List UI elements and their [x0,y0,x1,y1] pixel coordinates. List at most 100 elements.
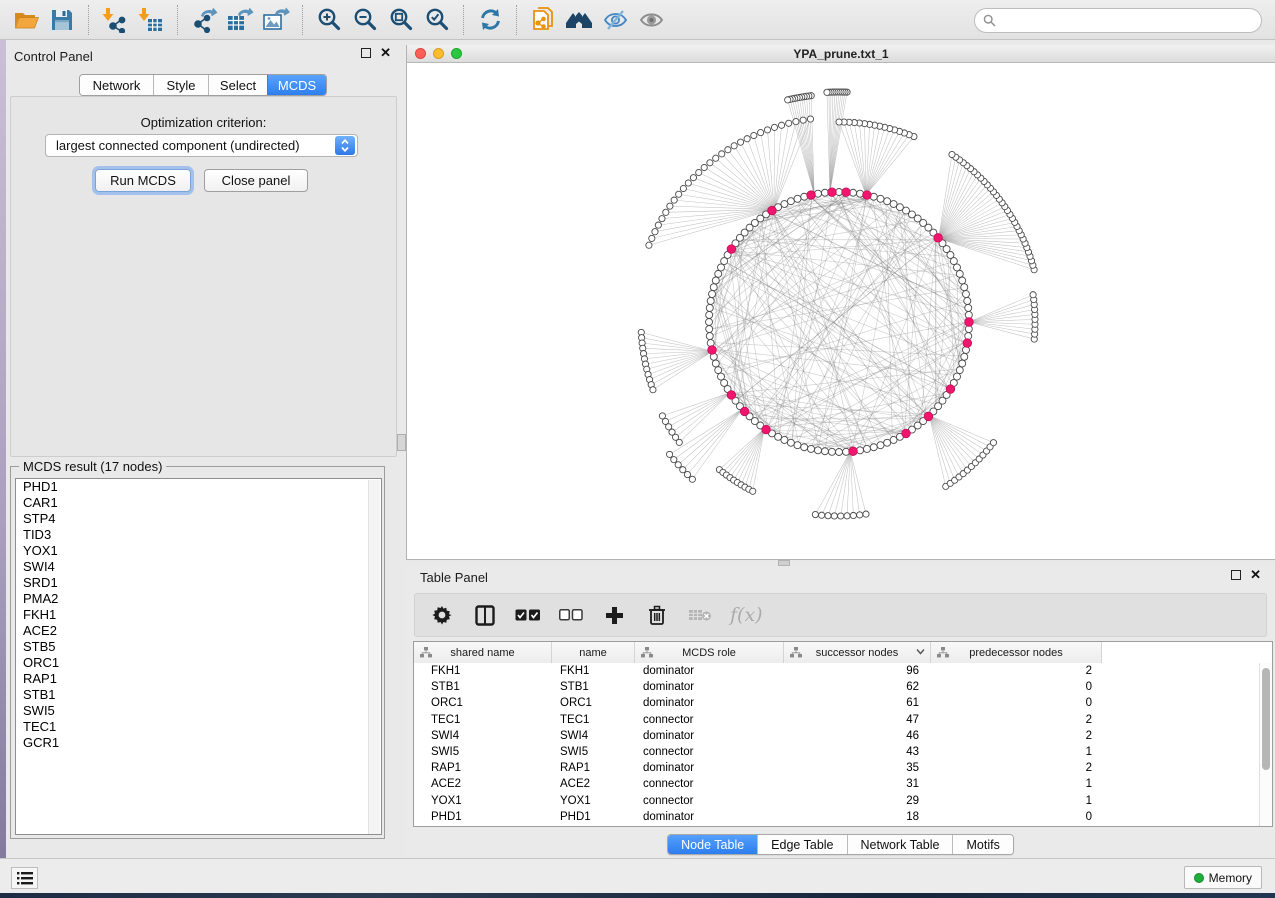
mcds-result-item[interactable]: GCR1 [16,735,381,751]
maximize-window-icon[interactable] [451,48,462,59]
tab-edge-table[interactable]: Edge Table [757,835,846,854]
import-table-icon[interactable] [133,3,169,37]
task-history-button[interactable] [11,867,38,889]
hide-unselected-icon[interactable] [597,3,633,37]
column-header-predecessor-nodes[interactable]: predecessor nodes [931,642,1102,663]
close-table-panel-icon[interactable]: ✕ [1250,570,1261,580]
close-panel-icon[interactable]: ✕ [380,48,391,58]
mcds-result-item[interactable]: CAR1 [16,495,381,511]
optimization-criterion-label: Optimization criterion: [11,115,396,130]
network-canvas[interactable] [407,63,1275,559]
minimize-window-icon[interactable] [433,48,444,59]
table-row[interactable]: PHD1PHD1dominator180 [414,809,1102,825]
table-cell: dominator [635,809,784,825]
tab-motifs[interactable]: Motifs [952,835,1012,854]
zoom-in-icon[interactable] [311,3,347,37]
table-cell: 35 [784,760,931,776]
add-column-icon[interactable] [601,602,627,628]
tab-network[interactable]: Network [80,75,153,95]
clone-network-icon[interactable] [525,3,561,37]
mcds-result-item[interactable]: TEC1 [16,719,381,735]
table-scrollbar[interactable] [1259,663,1272,826]
column-header-successor-nodes[interactable]: successor nodes [784,642,931,663]
column-header-name[interactable]: name [552,642,635,663]
network-titlebar[interactable]: YPA_prune.txt_1 [407,45,1275,63]
refresh-view-icon[interactable] [472,3,508,37]
tab-node-table[interactable]: Node Table [668,835,757,854]
mcds-result-list[interactable]: PHD1CAR1STP4TID3YOX1SWI4SRD1PMA2FKH1ACE2… [15,478,382,835]
split-view-icon[interactable] [472,602,498,628]
open-network-icon[interactable] [8,3,44,37]
table-cell: 0 [931,695,1102,711]
table-cell: connector [635,744,784,760]
mcds-result-item[interactable]: YOX1 [16,543,381,559]
mcds-result-item[interactable]: SRD1 [16,575,381,591]
mcds-result-item[interactable]: SWI4 [16,559,381,575]
table-row[interactable]: TEC1TEC1connector472 [414,712,1102,728]
mcds-result-item[interactable]: PHD1 [16,479,381,495]
import-network-icon[interactable] [97,3,133,37]
criterion-dropdown-value: largest connected component (undirected) [46,138,335,153]
zoom-fit-icon[interactable] [383,3,419,37]
table-row[interactable]: FKH1FKH1dominator962 [414,663,1102,679]
mcds-result-item[interactable]: STB1 [16,687,381,703]
table-panel-header: Table Panel ✕ [406,566,1275,594]
tab-style[interactable]: Style [153,75,208,95]
run-mcds-button[interactable]: Run MCDS [95,169,191,192]
tab-select[interactable]: Select [208,75,267,95]
control-panel: Control Panel ✕ NetworkStyleSelectMCDS O… [6,40,405,858]
export-network-icon[interactable] [186,3,222,37]
zoom-out-icon[interactable] [347,3,383,37]
close-panel-button[interactable]: Close panel [204,169,308,192]
delete-column-icon[interactable] [644,602,670,628]
table-row[interactable]: RAP1RAP1dominator352 [414,760,1102,776]
deselect-all-icon[interactable] [558,602,584,628]
criterion-dropdown[interactable]: largest connected component (undirected) [45,134,358,157]
mcds-result-item[interactable]: FKH1 [16,607,381,623]
mcds-result-item[interactable]: RAP1 [16,671,381,687]
mcds-result-item[interactable]: STB5 [16,639,381,655]
network-window-title: YPA_prune.txt_1 [407,45,1275,63]
mcds-result-item[interactable]: ORC1 [16,655,381,671]
table-row[interactable]: SWI4SWI4dominator462 [414,728,1102,744]
memory-status-icon [1194,873,1204,883]
table-cell: connector [635,793,784,809]
table-cell: 2 [931,712,1102,728]
table-row[interactable]: ACE2ACE2connector311 [414,776,1102,792]
search-network-icon[interactable] [561,3,597,37]
export-image-icon[interactable] [258,3,294,37]
table-scrollbar-thumb[interactable] [1262,668,1270,770]
float-panel-icon[interactable] [361,48,371,58]
toolbar-separator [516,5,517,35]
column-header-shared-name[interactable]: shared name [414,642,552,663]
float-table-panel-icon[interactable] [1231,570,1241,580]
table-cell: YOX1 [414,793,552,809]
tab-mcds[interactable]: MCDS [267,75,326,95]
close-window-icon[interactable] [415,48,426,59]
mcds-result-item[interactable]: TID3 [16,527,381,543]
mcds-result-item[interactable]: PMA2 [16,591,381,607]
zoom-selected-icon[interactable] [419,3,455,37]
export-table-icon[interactable] [222,3,258,37]
table-row[interactable]: SWI5SWI5connector431 [414,744,1102,760]
select-all-icon[interactable] [515,602,541,628]
show-all-icon[interactable] [633,3,669,37]
memory-button[interactable]: Memory [1184,866,1262,889]
mcds-result-item[interactable]: ACE2 [16,623,381,639]
search-input[interactable] [1001,14,1241,28]
table-row[interactable]: ORC1ORC1dominator610 [414,695,1102,711]
node-table-header: shared namenameMCDS rolesuccessor nodesp… [414,642,1102,663]
mcds-result-item[interactable]: SWI5 [16,703,381,719]
search-field[interactable] [974,8,1262,33]
table-row[interactable]: YOX1YOX1connector291 [414,793,1102,809]
column-header-MCDS-role[interactable]: MCDS role [635,642,784,663]
mcds-list-scrollbar[interactable] [368,480,380,835]
settings-icon[interactable] [429,602,455,628]
function-builder-icon: f(x) [730,604,763,626]
table-cell: 29 [784,793,931,809]
mcds-result-item[interactable]: STP4 [16,511,381,527]
save-session-icon[interactable] [44,3,80,37]
table-row[interactable]: STB1STB1dominator620 [414,679,1102,695]
tab-network-table[interactable]: Network Table [847,835,953,854]
vertical-splitter-grip[interactable] [397,434,406,451]
